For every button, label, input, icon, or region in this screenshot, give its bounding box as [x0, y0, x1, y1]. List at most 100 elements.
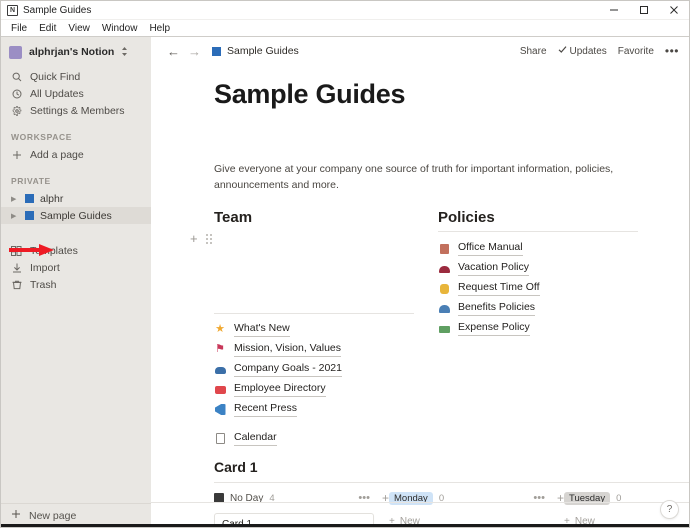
megaphone-emoji-icon — [214, 404, 226, 415]
link-calendar[interactable]: Calendar — [214, 429, 414, 449]
link-label: What's New — [234, 322, 290, 337]
umbrella-emoji-icon — [438, 304, 450, 313]
main-area: ← → Sample Guides Share Updates Favorite — [151, 37, 689, 527]
page-content: Sample Guides Give everyone at your comp… — [151, 65, 689, 527]
book-emoji-icon — [438, 243, 450, 254]
forward-arrow-icon[interactable]: → — [184, 45, 205, 58]
link-label: Expense Policy — [458, 321, 530, 336]
share-button[interactable]: Share — [520, 46, 547, 57]
sidebar-new-page-label: New page — [29, 509, 77, 522]
link-mission-vision-values[interactable]: ⚑ Mission, Vision, Values — [214, 340, 414, 360]
sidebar-add-page-label: Add a page — [30, 148, 84, 161]
menu-edit[interactable]: Edit — [34, 22, 61, 35]
link-label: Employee Directory — [234, 382, 326, 397]
link-label: Request Time Off — [458, 281, 540, 296]
sidebar-quick-actions: Quick Find All Updates Settings & Member… — [1, 65, 151, 119]
add-block-plus-button[interactable]: + — [190, 232, 198, 245]
chevron-right-icon[interactable]: ▶ — [11, 195, 19, 203]
drag-handle-icon[interactable] — [205, 233, 214, 244]
team-empty-space — [214, 247, 414, 313]
link-whats-new[interactable]: ★ What's New — [214, 320, 414, 340]
sidebar-page-label: Sample Guides — [40, 209, 112, 222]
notion-desktop-window: N Sample Guides File Edit View Window He… — [0, 0, 690, 528]
sidebar-item-label: Quick Find — [30, 70, 81, 83]
window-controls — [599, 1, 689, 20]
sidebar: alphrjan's Notion Quick Find All Updates… — [1, 37, 151, 527]
link-benefits-policies[interactable]: Benefits Policies — [438, 299, 638, 319]
calendar-icon — [214, 433, 226, 444]
page-icon — [25, 194, 34, 203]
workspace-switcher[interactable]: alphrjan's Notion — [1, 39, 151, 65]
menu-view[interactable]: View — [63, 22, 95, 35]
menu-file[interactable]: File — [6, 22, 32, 35]
board-title: Card 1 — [214, 458, 258, 475]
breadcrumb[interactable]: Sample Guides — [212, 45, 299, 57]
column-team: Team + ★ What's New ⚑ Mission, Vision, V… — [190, 208, 414, 449]
help-button[interactable]: ? — [660, 500, 679, 519]
sidebar-item-settings-members[interactable]: Settings & Members — [1, 102, 151, 119]
hand-emoji-icon — [438, 283, 450, 294]
link-label: Benefits Policies — [458, 301, 536, 316]
search-icon — [11, 72, 22, 82]
window-titlebar: N Sample Guides — [1, 1, 689, 20]
policies-divider — [438, 230, 638, 232]
link-vacation-policy[interactable]: Vacation Policy — [438, 259, 638, 279]
money-emoji-icon — [438, 324, 450, 333]
link-employee-directory[interactable]: Employee Directory — [214, 380, 414, 400]
link-label: Office Manual — [458, 241, 523, 256]
import-icon — [11, 263, 22, 273]
titlebar-left: N Sample Guides — [1, 4, 92, 16]
chevron-right-icon[interactable]: ▶ — [11, 212, 19, 220]
star-emoji-icon: ★ — [215, 323, 225, 335]
page-title: Sample Guides — [214, 79, 406, 109]
sidebar-page-sample-guides[interactable]: ▶ Sample Guides — [1, 207, 151, 224]
sidebar-item-quick-find[interactable]: Quick Find — [1, 68, 151, 85]
board-column-header: No Day 4 ••• + — [214, 490, 389, 507]
chevron-updown-icon — [121, 46, 128, 59]
annotation-arrow — [9, 243, 55, 257]
plus-icon — [11, 150, 22, 160]
link-label: Vacation Policy — [458, 261, 530, 276]
team-heading: Team — [214, 208, 253, 226]
page-intro-text: Give everyone at your company one source… — [214, 163, 614, 191]
policies-link-list: Office Manual Vacation Policy Request Ti… — [438, 239, 638, 339]
favorite-button[interactable]: Favorite — [618, 46, 654, 57]
page-topbar: ← → Sample Guides Share Updates Favorite — [151, 37, 689, 65]
breadcrumb-label: Sample Guides — [227, 45, 299, 57]
back-arrow-icon[interactable]: ← — [163, 45, 184, 58]
sidebar-item-trash[interactable]: Trash — [1, 276, 151, 293]
sidebar-item-all-updates[interactable]: All Updates — [1, 85, 151, 102]
more-options-button[interactable]: ••• — [665, 45, 679, 57]
link-expense-policy[interactable]: Expense Policy — [438, 319, 638, 339]
updates-button[interactable]: Updates — [558, 45, 607, 57]
board-column-monday: Monday 0 ••• + + New — [389, 490, 564, 528]
link-recent-press[interactable]: Recent Press — [214, 400, 414, 420]
page-icon — [25, 211, 34, 220]
clock-icon — [11, 89, 22, 99]
updates-label: Updates — [569, 45, 607, 57]
menu-help[interactable]: Help — [144, 22, 175, 35]
minimize-button[interactable] — [599, 1, 629, 20]
maximize-button[interactable] — [629, 1, 659, 20]
link-label: Recent Press — [234, 402, 298, 417]
page-icon — [212, 46, 221, 56]
sidebar-item-label: Settings & Members — [30, 104, 125, 117]
gear-icon — [11, 105, 22, 116]
sidebar-section-workspace: WORKSPACE — [11, 132, 72, 142]
link-company-goals-2021[interactable]: Company Goals - 2021 — [214, 360, 414, 380]
bottom-divider — [151, 502, 689, 503]
link-label: Mission, Vision, Values — [234, 342, 341, 357]
sidebar-item-import[interactable]: Import — [1, 259, 151, 276]
sidebar-item-label: Trash — [30, 278, 57, 291]
sidebar-item-add-a-page[interactable]: Add a page — [1, 146, 151, 163]
link-office-manual[interactable]: Office Manual — [438, 239, 638, 259]
link-request-time-off[interactable]: Request Time Off — [438, 279, 638, 299]
close-button[interactable] — [659, 1, 689, 20]
window-title: Sample Guides — [23, 4, 92, 16]
workspace-name: alphrjan's Notion — [29, 46, 115, 58]
menu-window[interactable]: Window — [97, 22, 143, 35]
notion-icon: N — [7, 4, 18, 16]
two-column-block: Team + ★ What's New ⚑ Mission, Vision, V… — [190, 208, 689, 449]
sidebar-page-alphr[interactable]: ▶ alphr — [1, 190, 151, 207]
board-column-no-day: No Day 4 ••• + Card 1 — [214, 490, 389, 527]
